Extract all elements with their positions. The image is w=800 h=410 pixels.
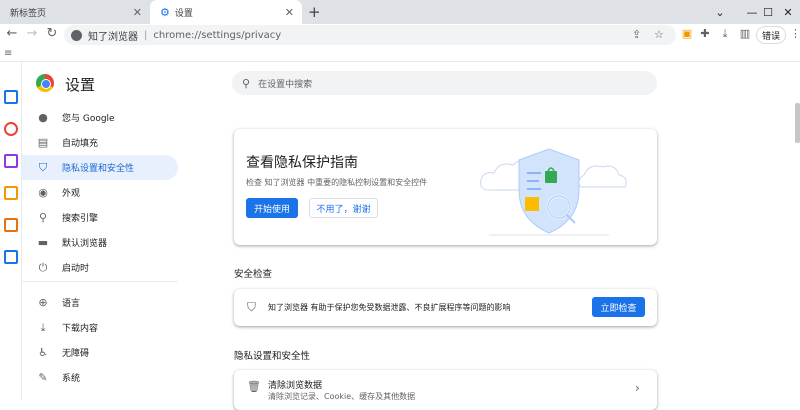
sidebar-item-search-engine[interactable]: ⚲ 搜索引擎: [22, 205, 178, 230]
film-icon[interactable]: [4, 154, 18, 168]
side-panel-icon[interactable]: ▥: [738, 27, 752, 40]
person-icon: ●: [38, 111, 48, 124]
sidebar-item-appearance[interactable]: ◉ 外观: [22, 180, 178, 205]
search-icon: ⚲: [38, 211, 48, 224]
sidebar-item-label: 默认浏览器: [62, 239, 108, 249]
error-button[interactable]: 错误: [756, 26, 786, 44]
image-icon[interactable]: [4, 250, 18, 264]
puzzle-icon[interactable]: ✚: [698, 27, 712, 40]
start-button[interactable]: 开始使用: [246, 198, 298, 218]
sidebar-item-downloads[interactable]: ⤓ 下载内容: [22, 315, 178, 340]
clear-browsing-data-row[interactable]: 🗑 清除浏览数据 清除浏览记录、Cookie、缓存及其他数据 ›: [234, 370, 657, 410]
trash-icon: 🗑: [247, 380, 261, 393]
sidebar-item-label: 您与 Google: [62, 114, 115, 124]
palette-icon: ◉: [38, 186, 48, 199]
check-now-button[interactable]: 立即检查: [592, 297, 645, 317]
sidebar-item-autofill[interactable]: ▤ 自动填充: [22, 130, 178, 155]
sidebar-item-you-and-google[interactable]: ● 您与 Google: [22, 105, 178, 130]
privacy-guide-illustration: [480, 148, 627, 236]
shield-icon: ⛉: [38, 160, 48, 174]
privacy-guide-card: 查看隐私保护指南 检查 知了浏览器 中重要的隐私控制设置和安全控件 开始使用 不…: [234, 129, 657, 245]
separator: |: [144, 29, 148, 41]
chevron-right-icon: ›: [635, 381, 640, 395]
sidebar-item-label: 下载内容: [62, 324, 99, 334]
sidebar-item-label: 搜索引擎: [62, 214, 99, 224]
sidebar-item-label: 无障碍: [62, 349, 90, 359]
extension-icon[interactable]: ▣: [680, 27, 694, 40]
sidebar-item-privacy[interactable]: ⛉ 隐私设置和安全性: [22, 155, 178, 180]
close-window-button[interactable]: ✕: [772, 0, 800, 24]
scrollbar[interactable]: [795, 103, 800, 143]
bookmark-star-icon[interactable]: ☆: [654, 28, 664, 41]
safety-check-heading: 安全检查: [234, 269, 273, 280]
accessibility-icon: ♿: [38, 346, 48, 359]
monitor-icon[interactable]: [4, 90, 18, 104]
sidebar-item-on-startup[interactable]: ⏻ 启动时: [22, 255, 178, 280]
tools-icon[interactable]: [4, 122, 18, 136]
url-text[interactable]: chrome://settings/privacy: [153, 30, 281, 41]
menu-icon[interactable]: ⋮: [790, 27, 800, 40]
privacy-guide-description: 检查 知了浏览器 中重要的隐私控制设置和安全控件: [246, 178, 428, 187]
close-icon[interactable]: ✕: [133, 6, 142, 19]
sidebar-item-label: 语言: [62, 299, 81, 309]
bookmark-bar: ≡: [0, 46, 800, 62]
tab-new-tab[interactable]: 新标签页 ✕: [0, 0, 150, 24]
tab-title: 新标签页: [10, 8, 47, 19]
forward-button[interactable]: →: [24, 26, 40, 41]
sidebar-item-default-browser[interactable]: ▬ 默认浏览器: [22, 230, 178, 255]
translate-icon[interactable]: [4, 186, 18, 200]
tab-strip: 新标签页 ✕ ⚙ 设置 ✕ + ⌄ — ☐ ✕: [0, 0, 800, 24]
browser-chip: 知了浏览器: [88, 31, 138, 43]
sidebar-item-label: 启动时: [62, 264, 90, 274]
privacy-section-heading: 隐私设置和安全性: [234, 351, 311, 362]
browser-logo-icon: [36, 74, 54, 92]
search-icon: ⚲: [242, 76, 251, 90]
page-title: 设置: [65, 76, 96, 94]
sidebar-item-label: 系统: [62, 374, 81, 384]
privacy-guide-title: 查看隐私保护指南: [246, 155, 358, 171]
sidebar-item-label: 隐私设置和安全性: [62, 164, 135, 174]
sidebar-item-label: 自动填充: [62, 139, 99, 149]
share-icon[interactable]: ⇪: [632, 28, 641, 41]
gear-icon: ⚙: [160, 5, 170, 19]
close-icon[interactable]: ✕: [285, 6, 294, 19]
address-bar[interactable]: 知了浏览器 | chrome://settings/privacy ⇪ ☆: [64, 25, 676, 45]
back-button[interactable]: ←: [4, 26, 20, 41]
globe-icon: ⊕: [38, 296, 48, 309]
reload-button[interactable]: ↻: [44, 26, 60, 41]
settings-search-input[interactable]: ⚲ 在设置中搜索: [232, 71, 657, 95]
search-placeholder: 在设置中搜索: [258, 79, 313, 90]
sidebar-item-languages[interactable]: ⊕ 语言: [22, 290, 178, 315]
safety-check-text: 知了浏览器 有助于保护您免受数据泄露、不良扩展程序等问题的影响: [268, 303, 511, 312]
shield-icon: ⛉: [247, 300, 257, 314]
wrench-icon: ✎: [38, 371, 48, 384]
download-icon[interactable]: ⤓: [718, 27, 732, 41]
side-icon-panel: [0, 62, 22, 400]
document-icon[interactable]: [4, 218, 18, 232]
site-info-icon[interactable]: [71, 29, 82, 41]
safety-check-card: ⛉ 知了浏览器 有助于保护您免受数据泄露、不良扩展程序等问题的影响 立即检查: [234, 289, 657, 326]
clear-data-subtitle: 清除浏览记录、Cookie、缓存及其他数据: [268, 392, 416, 401]
reading-list-icon[interactable]: ≡: [4, 48, 12, 59]
divider: [22, 281, 178, 282]
clipboard-icon: ▤: [37, 136, 49, 149]
sidebar-item-accessibility[interactable]: ♿ 无障碍: [22, 340, 178, 365]
new-tab-button[interactable]: +: [308, 3, 321, 21]
clear-data-title: 清除浏览数据: [268, 381, 323, 391]
tab-search-icon[interactable]: ⌄: [704, 0, 736, 24]
settings-sidebar: 设置 ● 您与 Google ▤ 自动填充 ⛉ 隐私设置和安全性 ◉ 外观 ⚲ …: [22, 62, 194, 400]
download-icon: ⤓: [40, 320, 46, 334]
tab-title: 设置: [174, 8, 193, 19]
sidebar-item-label: 外观: [62, 189, 81, 199]
decline-button[interactable]: 不用了，谢谢: [309, 198, 378, 218]
browser-icon: ▬: [37, 236, 49, 249]
sidebar-item-system[interactable]: ✎ 系统: [22, 365, 178, 390]
tab-settings[interactable]: ⚙ 设置 ✕: [150, 0, 302, 24]
power-icon: ⏻: [38, 260, 48, 274]
